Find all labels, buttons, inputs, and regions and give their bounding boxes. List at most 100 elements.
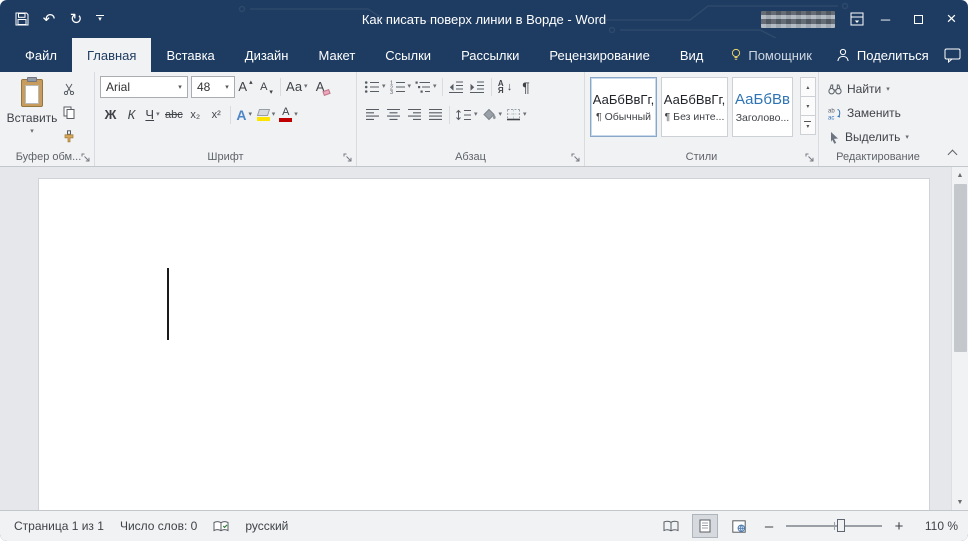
svg-text:3: 3 xyxy=(390,90,393,94)
sort-button[interactable]: АЯ ↓ xyxy=(495,76,516,98)
vertical-scrollbar[interactable]: ▲ ▼ xyxy=(951,167,968,510)
zoom-slider-handle[interactable] xyxy=(836,519,845,532)
show-formatting-marks-button[interactable]: ¶ xyxy=(516,76,537,98)
tab-review[interactable]: Рецензирование xyxy=(534,38,664,72)
tab-home[interactable]: Главная xyxy=(71,38,152,72)
align-right-button[interactable] xyxy=(404,104,425,126)
document-page[interactable] xyxy=(38,178,930,510)
replace-button[interactable]: ab ac Заменить xyxy=(828,103,930,123)
multilevel-list-button[interactable]: ▾ xyxy=(413,76,439,98)
numbering-button[interactable]: 123 ▾ xyxy=(388,76,414,98)
font-color-button[interactable]: А ▾ xyxy=(277,104,300,126)
paragraph-dialog-launcher[interactable] xyxy=(570,151,581,162)
styles-scroll-up-button[interactable]: ▴ xyxy=(799,77,816,97)
zoom-level[interactable]: 110 % xyxy=(916,519,958,533)
scrollbar-thumb[interactable] xyxy=(953,184,967,352)
tab-file[interactable]: Файл xyxy=(10,38,72,72)
borders-button[interactable]: ▾ xyxy=(504,104,529,126)
change-case-letters: Аа xyxy=(286,79,303,94)
tab-assistant[interactable]: Помощник xyxy=(718,38,824,72)
paint-bucket-icon xyxy=(482,108,496,120)
italic-button[interactable]: К xyxy=(121,104,142,126)
save-button[interactable] xyxy=(10,6,34,32)
strikethrough-button[interactable]: abc xyxy=(163,104,185,126)
group-label-styles: Стили xyxy=(685,151,718,163)
tab-view[interactable]: Вид xyxy=(665,38,719,72)
share-button[interactable]: Поделиться xyxy=(824,38,941,72)
superscript-button[interactable]: x² xyxy=(206,104,227,126)
grow-font-button[interactable]: А ▴ xyxy=(235,76,256,98)
word-count-status[interactable]: Число слов: 0 xyxy=(112,511,205,541)
clipboard-small-buttons xyxy=(58,75,80,147)
cut-button[interactable] xyxy=(58,78,80,99)
read-mode-view-button[interactable] xyxy=(658,514,684,538)
copy-button[interactable] xyxy=(58,102,80,123)
dialog-launcher-icon xyxy=(571,153,579,162)
style-no-spacing[interactable]: АаБбВвГг, ¶ Без инте... xyxy=(661,77,728,137)
comments-button[interactable] xyxy=(941,38,964,72)
change-case-button[interactable]: Аа ▾ xyxy=(284,76,310,98)
ribbon-display-options-button[interactable] xyxy=(845,6,869,32)
zoom-in-button[interactable]: + xyxy=(890,518,908,535)
tab-insert[interactable]: Вставка xyxy=(151,38,229,72)
minimize-button[interactable]: ─ xyxy=(869,0,902,38)
redo-button[interactable]: ↻ xyxy=(64,6,88,32)
language-status[interactable]: русский xyxy=(237,511,296,541)
increase-indent-button[interactable] xyxy=(467,76,488,98)
proofing-status-button[interactable] xyxy=(205,511,237,541)
tab-design[interactable]: Дизайн xyxy=(230,38,304,72)
format-painter-button[interactable] xyxy=(58,126,80,147)
shrink-font-button[interactable]: А ▾ xyxy=(256,76,277,98)
zoom-out-button[interactable]: – xyxy=(760,518,778,535)
find-button[interactable]: Найти ▾ xyxy=(828,79,930,99)
tab-mailings[interactable]: Рассылки xyxy=(446,38,534,72)
font-size-combo[interactable]: 48 ▾ xyxy=(191,75,235,98)
clipboard-dialog-launcher[interactable] xyxy=(80,151,91,162)
style-preview: АаБбВвГг, xyxy=(592,91,655,107)
dialog-launcher-icon xyxy=(343,153,351,162)
styles-more-button[interactable]: ▾ xyxy=(799,115,816,135)
select-button[interactable]: Выделить ▾ xyxy=(828,127,930,147)
tab-references[interactable]: Ссылки xyxy=(370,38,446,72)
style-heading-1[interactable]: АаБбВв Заголово... xyxy=(732,77,793,137)
underline-button[interactable]: Ч ▾ xyxy=(142,104,163,126)
find-icon xyxy=(828,84,842,95)
font-dialog-launcher[interactable] xyxy=(342,151,353,162)
minimize-icon: ─ xyxy=(880,11,891,27)
status-bar: Страница 1 из 1 Число слов: 0 русский – … xyxy=(0,510,968,541)
web-layout-view-button[interactable] xyxy=(726,514,752,538)
account-name-redacted[interactable] xyxy=(761,10,835,28)
clear-formatting-button[interactable]: А xyxy=(310,76,331,98)
paste-button[interactable]: Вставить ▾ xyxy=(7,75,57,147)
align-left-icon xyxy=(366,108,379,120)
chevron-down-icon: ▾ xyxy=(271,111,276,118)
collapse-ribbon-button[interactable] xyxy=(945,148,959,160)
line-spacing-button[interactable]: ▾ xyxy=(453,104,480,126)
font-family-combo[interactable]: Arial ▾ xyxy=(100,75,188,98)
align-center-button[interactable] xyxy=(383,104,404,126)
tab-layout[interactable]: Макет xyxy=(303,38,370,72)
qat-customize-button[interactable]: ▾ xyxy=(91,6,109,32)
scroll-up-button[interactable]: ▲ xyxy=(952,167,968,183)
style-normal[interactable]: АаБбВвГг, ¶ Обычный xyxy=(590,77,657,137)
scroll-down-button[interactable]: ▼ xyxy=(952,494,968,510)
shading-button[interactable]: ▾ xyxy=(480,104,505,126)
styles-dialog-launcher[interactable] xyxy=(804,151,815,162)
highlight-color-button[interactable]: ▾ xyxy=(255,104,278,126)
bullets-button[interactable]: ▾ xyxy=(362,76,388,98)
justify-button[interactable] xyxy=(425,104,446,126)
zoom-slider[interactable] xyxy=(786,519,882,532)
decrease-indent-button[interactable] xyxy=(446,76,467,98)
align-left-button[interactable] xyxy=(362,104,383,126)
page-number-status[interactable]: Страница 1 из 1 xyxy=(6,511,112,541)
undo-button[interactable]: ↶ xyxy=(37,6,61,32)
group-editing: Найти ▾ ab ac Заменить Выделить ▾ Редакти… xyxy=(819,72,937,166)
bold-button[interactable]: Ж xyxy=(100,104,121,126)
chevron-down-icon: ▾ xyxy=(433,83,437,90)
close-button[interactable]: × xyxy=(935,0,968,38)
text-effects-button[interactable]: А ▾ xyxy=(234,104,255,126)
subscript-button[interactable]: x₂ xyxy=(185,104,206,126)
maximize-button[interactable] xyxy=(902,0,935,38)
print-layout-view-button[interactable] xyxy=(692,514,718,538)
styles-scroll-down-button[interactable]: ▾ xyxy=(799,96,816,116)
